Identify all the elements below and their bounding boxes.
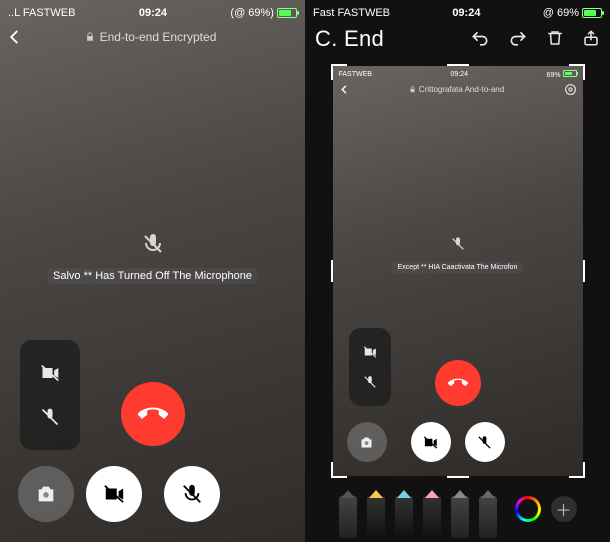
marker-tool[interactable] xyxy=(367,496,385,538)
mini-status-bar: FASTWEB 09:24 69% xyxy=(333,66,583,80)
call-controls xyxy=(0,466,305,522)
editor-header: C. End xyxy=(305,22,610,54)
mini-header: Crittografata And-to-and xyxy=(333,80,583,99)
trash-icon[interactable] xyxy=(546,29,564,49)
editor-title: C. End xyxy=(315,26,384,52)
capture-button[interactable] xyxy=(18,466,74,522)
mic-off-icon[interactable] xyxy=(40,407,60,427)
crop-handle-right[interactable] xyxy=(583,260,585,282)
hangup-button xyxy=(435,360,481,406)
canvas-area[interactable]: FASTWEB 09:24 69% Crittografata And-to-a… xyxy=(305,54,610,488)
markup-editor: Fast FASTWEB 09:24 @ 69% C. End xyxy=(305,0,610,542)
status-bar: Fast FASTWEB 09:24 @ 69% xyxy=(305,0,610,22)
share-icon[interactable] xyxy=(582,29,600,49)
call-header: End-to-end Encrypted xyxy=(0,22,305,50)
mic-toggle-button[interactable] xyxy=(164,466,220,522)
hangup-button[interactable] xyxy=(121,382,185,446)
encryption-label: End-to-end Encrypted xyxy=(100,30,217,44)
microphone-toast: Salvo ** Has Turned Off The Microphone xyxy=(47,268,258,284)
undo-icon[interactable] xyxy=(470,29,490,49)
add-tool-button[interactable]: ＋ xyxy=(551,496,577,522)
eraser-tool[interactable] xyxy=(423,496,441,538)
lasso-tool[interactable] xyxy=(451,496,469,538)
carrier-label: ..L FASTWEB xyxy=(8,7,75,19)
crop-handle-br[interactable] xyxy=(569,462,585,478)
color-picker-button[interactable] xyxy=(515,496,541,522)
call-controls xyxy=(333,422,583,462)
battery-indicator: @ 69% xyxy=(543,7,602,19)
status-bar: ..L FASTWEB 09:24 (@ 69%) xyxy=(0,0,305,22)
crop-handle-tl[interactable] xyxy=(331,64,347,80)
local-preview-controls xyxy=(349,328,391,406)
camera-off-icon xyxy=(363,345,377,359)
video-toggle-button[interactable] xyxy=(86,466,142,522)
back-icon[interactable] xyxy=(6,28,24,46)
highlighter-tool[interactable] xyxy=(395,496,413,538)
capture-button xyxy=(347,422,387,462)
mic-off-icon xyxy=(363,375,377,389)
redo-icon[interactable] xyxy=(508,29,528,49)
battery-indicator: (@ 69%) xyxy=(230,7,297,19)
crop-handle-bl[interactable] xyxy=(331,462,347,478)
crop-handle-bottom[interactable] xyxy=(447,476,469,478)
microphone-toast: Except ** HIA Caactivata The Microfon xyxy=(392,262,524,273)
pen-tool[interactable] xyxy=(339,496,357,538)
markup-toolbar: ＋ xyxy=(305,488,610,542)
back-icon xyxy=(339,84,350,95)
lock-icon xyxy=(85,32,95,42)
clock: 09:24 xyxy=(139,7,167,19)
screenshot-thumbnail[interactable]: FASTWEB 09:24 69% Crittografata And-to-a… xyxy=(333,66,583,476)
ruler-tool[interactable] xyxy=(479,496,497,538)
gear-icon xyxy=(564,83,577,96)
local-preview-controls xyxy=(20,340,80,450)
clock: 09:24 xyxy=(452,7,480,19)
hangup-row xyxy=(121,382,185,446)
carrier-label: Fast FASTWEB xyxy=(313,7,390,19)
hangup-row xyxy=(435,360,481,406)
call-screen: ..L FASTWEB 09:24 (@ 69%) End-to-end Enc… xyxy=(0,0,305,542)
mic-muted-icon xyxy=(141,232,165,256)
lock-icon xyxy=(409,86,416,93)
mic-muted-icon xyxy=(450,236,466,252)
mic-toggle-button xyxy=(465,422,505,462)
crop-handle-top[interactable] xyxy=(447,64,469,66)
crop-handle-left[interactable] xyxy=(331,260,333,282)
video-toggle-button xyxy=(411,422,451,462)
camera-off-icon[interactable] xyxy=(40,363,60,383)
